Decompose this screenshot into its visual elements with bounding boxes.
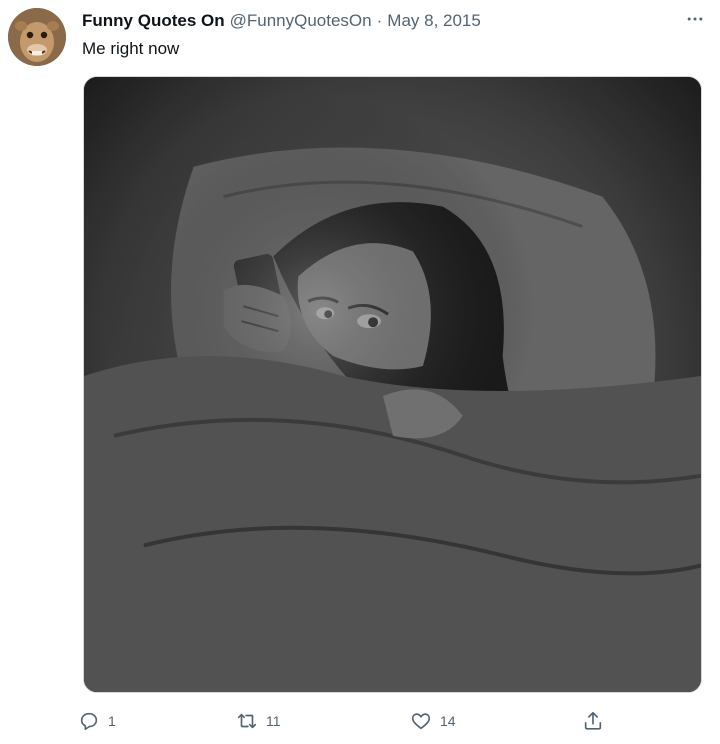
- reply-count: 1: [108, 713, 116, 729]
- tweet-text: Me right now: [82, 39, 180, 58]
- retweet-button[interactable]: 11: [236, 706, 281, 736]
- reply-icon: [80, 712, 98, 731]
- separator-dot: ·: [376, 11, 383, 30]
- user-handle[interactable]: @FunnyQuotesOn: [230, 10, 372, 32]
- more-dots-icon: [687, 17, 703, 21]
- like-button[interactable]: 14: [410, 706, 456, 736]
- camel-avatar-icon: [8, 8, 66, 66]
- display-name[interactable]: Funny Quotes On: [82, 10, 225, 32]
- share-button[interactable]: [582, 706, 604, 736]
- reply-button[interactable]: 1: [78, 706, 116, 736]
- share-icon: [584, 711, 602, 730]
- like-count: 14: [440, 713, 456, 729]
- more-options-button[interactable]: [680, 6, 710, 32]
- tweet-header: Funny Quotes On @FunnyQuotesOn · May 8, …: [82, 10, 704, 32]
- heart-icon: [411, 713, 431, 730]
- tweet-media[interactable]: [83, 76, 702, 693]
- retweet-count: 11: [266, 713, 281, 729]
- cartoon-girl-in-bed-on-phone-image: [84, 77, 701, 692]
- avatar[interactable]: [8, 8, 66, 66]
- tweet-date[interactable]: May 8, 2015: [387, 10, 481, 32]
- retweet-icon: [237, 713, 257, 729]
- tweet-actions: 1 11 14: [78, 706, 618, 736]
